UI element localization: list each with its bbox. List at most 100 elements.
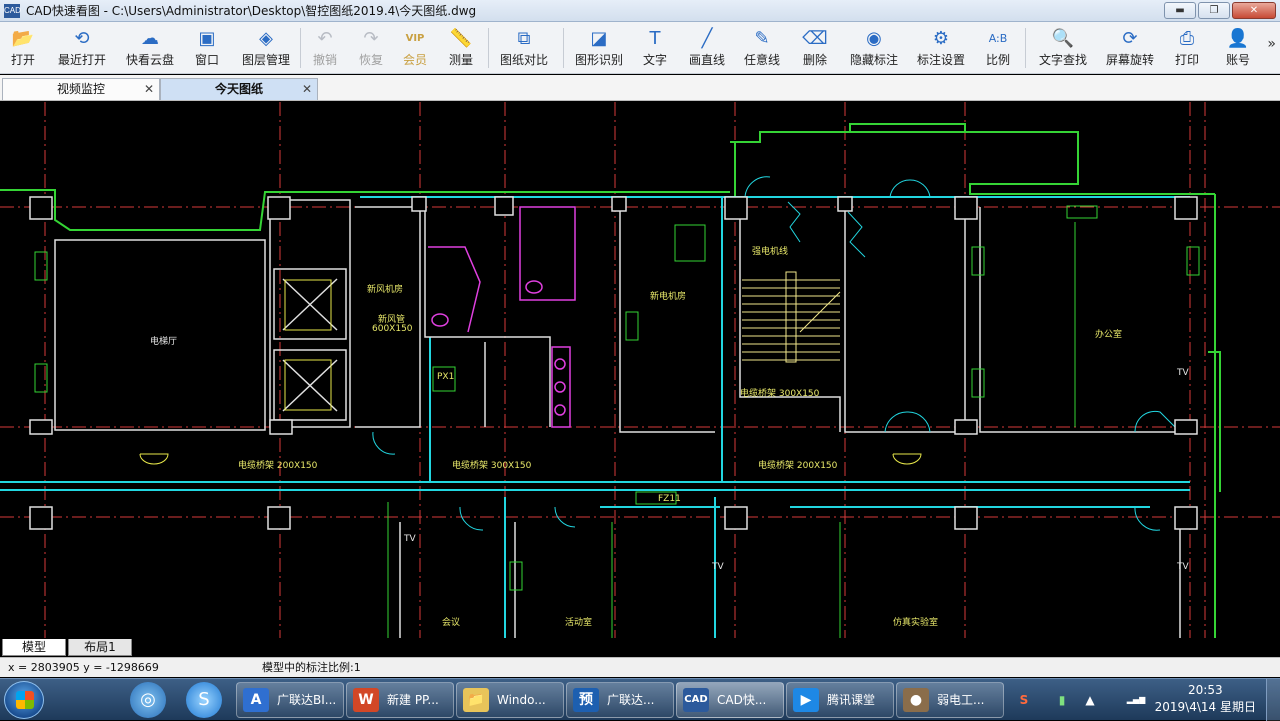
axis-grid — [0, 102, 1280, 638]
toolbar-button-text-search[interactable]: 🔍 文字查找 — [1030, 26, 1096, 72]
taskbar-item[interactable]: W 新建 PP... — [346, 682, 454, 718]
cad-icon: CAD — [683, 688, 709, 712]
close-button[interactable]: ✕ — [1232, 2, 1276, 19]
toolbar-button-eraser[interactable]: ⌫ 删除 — [790, 26, 840, 72]
toolbar-button-label: 文字查找 — [1038, 53, 1087, 67]
taskbar-item[interactable]: ▶ 腾讯课堂 — [786, 682, 894, 718]
tab-layout1[interactable]: 布局1 — [68, 639, 132, 656]
window-icon: ▣ — [198, 28, 216, 49]
label-cable-tray-2: 电缆桥架 200X150 — [238, 461, 318, 471]
cursor-coordinates: x = 2803905 y = -1298669 — [8, 661, 159, 674]
toolbar-button-label: 快看云盘 — [125, 53, 174, 67]
close-tab-icon[interactable]: ✕ — [144, 79, 154, 99]
taskbar-item[interactable]: 📁 Windo... — [456, 682, 564, 718]
taskbar-item[interactable]: CAD CAD快... — [676, 682, 784, 718]
tray-expand-icon[interactable]: ▲ — [1078, 679, 1102, 721]
settings-icon: ⚙ — [932, 28, 950, 49]
label-duct-size: 600X150 — [372, 324, 413, 334]
toolbar-overflow-button[interactable]: » — [1267, 36, 1276, 52]
toolbar-button-user[interactable]: 👤 账号 — [1212, 26, 1264, 72]
taskbar-item[interactable]: ● 弱电工... — [896, 682, 1004, 718]
label-cable-tray-3: 电缆桥架 300X150 — [452, 461, 532, 471]
show-desktop-button[interactable] — [1266, 679, 1280, 721]
start-button[interactable] — [4, 681, 44, 719]
toolbar-button-label: 账号 — [1225, 53, 1250, 67]
toolbar-button-text[interactable]: T 文字 — [633, 26, 677, 72]
compare-icon: ⧉ — [517, 28, 531, 49]
toolbar-button-ruler[interactable]: 📏 测量 — [438, 26, 484, 72]
label-tv: TV — [712, 562, 724, 572]
title-bar: CAD CAD快速看图 - C:\Users\Administrator\Des… — [0, 0, 1280, 22]
taskbar-item[interactable]: 预广联达... — [566, 682, 674, 718]
toolbar-button-pen[interactable]: ✎ 任意线 — [735, 26, 789, 72]
toolbar-button-folder-open[interactable]: 📂 打开 — [0, 26, 46, 72]
clock-history-icon: ⟲ — [74, 28, 90, 49]
room-label-simulation-lab: 仿真实验室 — [893, 618, 939, 628]
toolbar-button-label: 测量 — [448, 53, 473, 67]
restore-button[interactable]: ❐ — [1198, 2, 1230, 19]
toolbar-separator — [563, 28, 564, 68]
toolbar-button-redo[interactable]: ↷ 恢复 — [350, 26, 392, 72]
toolbar-button-printer[interactable]: ⎙ 打印 — [1162, 26, 1212, 72]
status-bar: x = 2803905 y = -1298669 模型中的标注比例:1 — [0, 657, 1280, 677]
taskbar-item-label: 腾讯课堂 — [827, 693, 876, 707]
browser-icon[interactable]: ◎ — [130, 682, 166, 718]
toolbar-button-layers[interactable]: ◈ 图层管理 — [230, 26, 302, 72]
room-label-fresh-air-room: 新风机房 — [367, 285, 404, 295]
cad-drawing[interactable] — [0, 102, 1280, 638]
room-label-power-shaft: 强电机线 — [752, 247, 789, 257]
drawing-canvas[interactable]: 电梯厅 新风机房 新电机房 强电机线 办公室 新风管 600X150 PX1 电… — [0, 102, 1280, 638]
scale-icon: A:B — [988, 32, 1008, 45]
toolbar-button-settings[interactable]: ⚙ 标注设置 — [910, 26, 972, 72]
toolbar-button-window[interactable]: ▣ 窗口 — [185, 26, 229, 72]
folder-open-icon: 📂 — [11, 28, 35, 49]
minimize-button[interactable]: ▬ — [1164, 2, 1196, 19]
taskbar-item-label: 新建 PP... — [387, 693, 439, 707]
toolbar-button-undo[interactable]: ↶ 撤销 — [305, 26, 345, 72]
tab-video-monitoring[interactable]: 视频监控 ✕ — [2, 78, 160, 100]
toolbar-button-cloud[interactable]: ☁ 快看云盘 — [118, 26, 182, 72]
windows-logo-icon — [16, 691, 34, 709]
toolbar-button-clock-history[interactable]: ⟲ 最近打开 — [50, 26, 114, 72]
taskbar: ◎ S A 广联达BI... W 新建 PP... 📁 Windo... 预广联达... CAD C… — [0, 678, 1280, 721]
toolbar-button-line[interactable]: ╱ 画直线 — [680, 26, 734, 72]
label-tv: TV — [1177, 562, 1189, 572]
room-label-electrical-room: 新电机房 — [650, 292, 687, 302]
label-cable-tray-4: 电缆桥架 200X150 — [758, 461, 838, 471]
document-tabs: 视频监控 ✕ 今天图纸 ✕ — [0, 75, 1280, 101]
tab-model[interactable]: 模型 — [2, 639, 66, 656]
input-method-icon[interactable]: S — [1012, 679, 1036, 721]
eye-hide-icon: ◉ — [866, 28, 882, 49]
corridor-lines — [0, 196, 1190, 638]
cloud-icon: ☁ — [141, 28, 159, 49]
network-icon[interactable]: ▂▄▆ — [1124, 679, 1148, 721]
layout-tabs: 模型 布局1 — [0, 638, 1280, 656]
toolbar-button-shape-recognition[interactable]: ◪ 图形识别 — [567, 26, 631, 72]
room-label-elevator-hall: 电梯厅 — [150, 337, 178, 347]
toolbar-button-label: 会员 — [402, 53, 427, 67]
toolbar-button-eye-hide[interactable]: ◉ 隐藏标注 — [840, 26, 908, 72]
toolbar-button-label: 文字 — [642, 53, 667, 67]
elevator-cars — [284, 279, 332, 411]
room-label-activity-room: 活动室 — [565, 618, 593, 628]
sogou-icon[interactable]: S — [186, 682, 222, 718]
toolbar-button-compare[interactable]: ⧉ 图纸对比 — [490, 26, 558, 72]
clock-date: 2019\4\14 星期日 — [1154, 700, 1256, 714]
toolbar-button-rotate-screen[interactable]: ⟳ 屏幕旋转 — [1100, 26, 1160, 72]
eraser-icon: ⌫ — [802, 28, 828, 49]
battery-icon[interactable]: ▮ — [1050, 679, 1074, 721]
columns — [29, 196, 1198, 530]
system-clock[interactable]: 20:53 2019\4\14 星期日 — [1155, 682, 1256, 716]
toolbar-button-label: 窗口 — [194, 53, 219, 67]
close-tab-icon[interactable]: ✕ — [302, 79, 312, 99]
window-controls: ▬ ❐ ✕ — [1164, 2, 1276, 19]
tab-today-drawing[interactable]: 今天图纸 ✕ — [160, 78, 318, 100]
toolbar-button-label: 打开 — [10, 53, 35, 67]
taskbar-item[interactable]: A 广联达BI... — [236, 682, 344, 718]
stair — [742, 271, 841, 363]
taskbar-item-label: 弱电工... — [937, 693, 985, 707]
label-px1: PX1 — [437, 372, 455, 382]
toolbar-button-vip[interactable]: VIP 会员 — [392, 26, 438, 72]
toolbar-button-scale[interactable]: A:B 比例 — [975, 26, 1021, 72]
toolbar-button-label: 任意线 — [743, 53, 780, 67]
